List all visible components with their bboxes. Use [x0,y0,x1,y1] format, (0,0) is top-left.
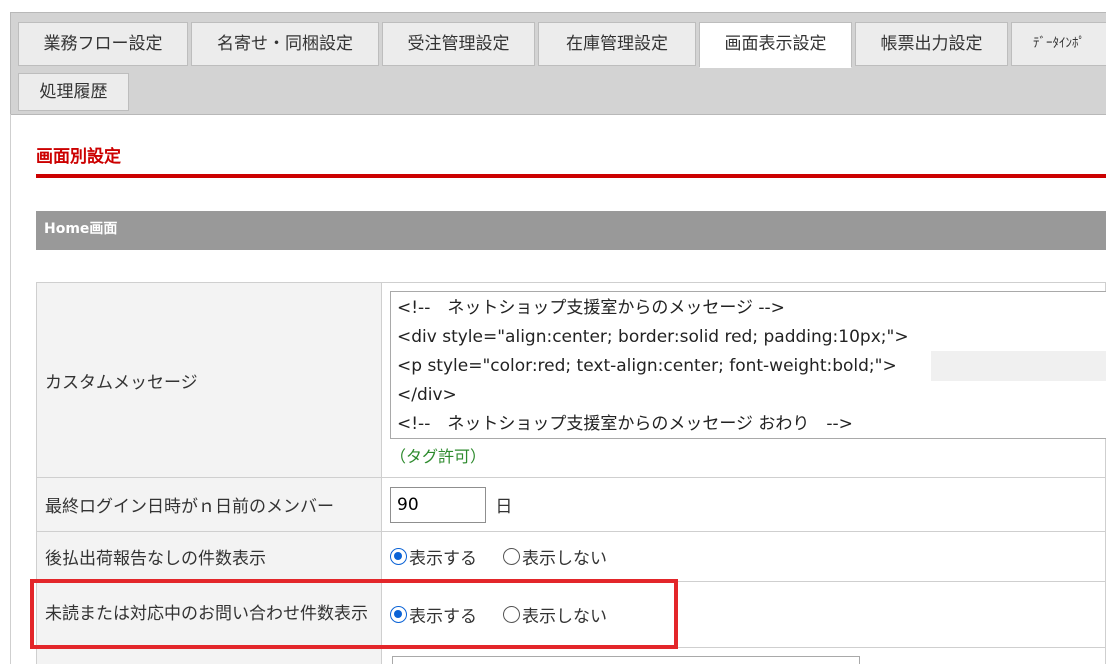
message-line: </div> [397,385,457,405]
deferred-payment-cell: 表示する 表示しない [381,531,1106,582]
tab-data-import[interactable]: ﾃﾞｰﾀｲﾝﾎﾟ [1011,22,1106,66]
radio-label: 表示する [409,548,477,569]
tab-form-output[interactable]: 帳票出力設定 [855,22,1008,66]
last-login-cell: 日 [381,477,1106,532]
last-login-row: 最終ログイン日時がｎ日前のメンバー 日 [36,477,1106,532]
days-unit: 日 [495,497,513,517]
custom-message-cell: <!-- ネットショップ支援室からのメッセージ --> <div style="… [381,282,1106,478]
tab-order-management[interactable]: 受注管理設定 [382,22,535,66]
home-screen-heading: Home画面 [36,211,1106,250]
deferred-payment-row: 後払出荷報告なしの件数表示 表示する 表示しない [36,531,1106,582]
content-border [10,114,11,664]
settings-page: 業務フロー設定 名寄せ・同梱設定 受注管理設定 在庫管理設定 画面表示設定 帳票… [0,0,1106,664]
radio-checked-icon[interactable] [390,547,407,565]
last-login-days-input[interactable] [390,486,486,523]
custom-message-row: カスタムメッセージ <!-- ネットショップ支援室からのメッセージ --> <d… [36,282,1106,478]
radio-unchecked-icon[interactable] [503,547,520,565]
deferred-payment-hide-option[interactable]: 表示しない [503,544,607,569]
custom-message-label: カスタムメッセージ [36,282,382,478]
radio-label: 表示しない [522,548,607,569]
deferred-payment-show-option[interactable]: 表示する [390,544,477,569]
tab-business-flow[interactable]: 業務フロー設定 [18,22,188,66]
section-divider [36,174,1106,178]
last-login-label: 最終ログイン日時がｎ日前のメンバー [36,477,382,532]
next-row-input[interactable] [392,656,860,664]
next-row-label [36,647,382,664]
tag-allowed-note: （タグ許可） [390,447,487,466]
section-title: 画面別設定 [36,147,121,167]
tab-processing-history[interactable]: 処理履歴 [18,73,129,111]
tab-inventory-management[interactable]: 在庫管理設定 [538,22,696,66]
tab-screen-display[interactable]: 画面表示設定 [699,22,852,68]
highlight-annotation [30,579,678,649]
message-line: <!-- ネットショップ支援室からのメッセージ --> [397,298,785,318]
custom-message-textarea[interactable]: <!-- ネットショップ支援室からのメッセージ --> <div style="… [390,291,1106,439]
deferred-payment-label: 後払出荷報告なしの件数表示 [36,531,382,582]
message-scroll-overlay [931,351,1106,381]
deferred-payment-radio-group: 表示する 表示しない [390,544,633,569]
tab-name-merge[interactable]: 名寄せ・同梱設定 [191,22,379,66]
message-line: <div style="align:center; border:solid r… [397,327,909,347]
message-line: <!-- ネットショップ支援室からのメッセージ おわり --> [397,414,853,434]
